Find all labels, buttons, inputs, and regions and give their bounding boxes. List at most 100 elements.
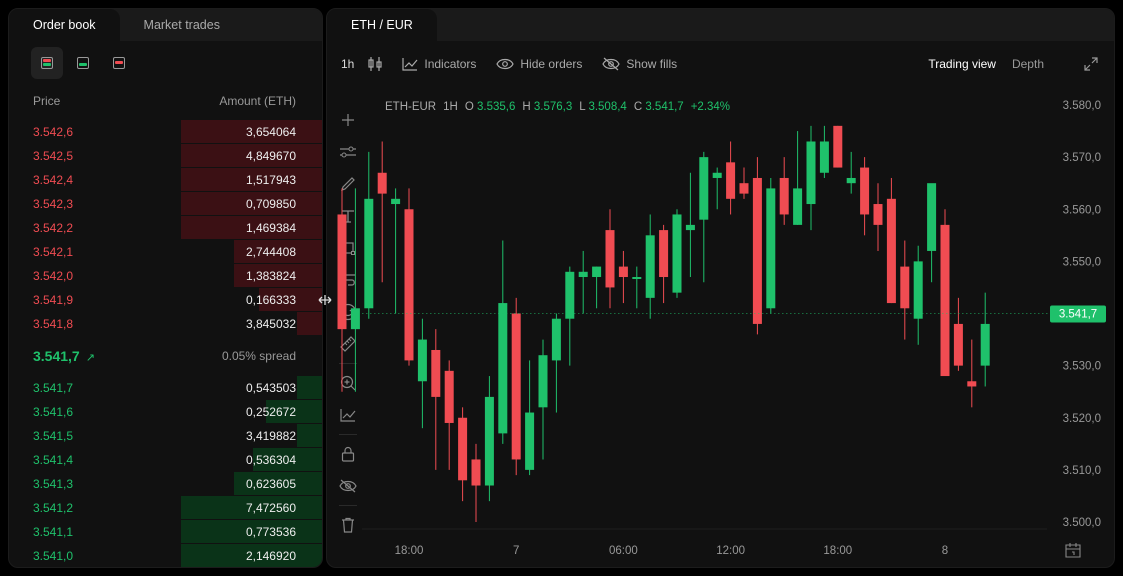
candle-body (833, 125, 843, 168)
view-asks-button[interactable] (103, 47, 135, 79)
view-both-button[interactable] (31, 47, 63, 79)
candle-body (511, 313, 521, 460)
candle-body (551, 318, 561, 361)
expand-icon[interactable] (1084, 57, 1098, 71)
bid-row[interactable]: 3.541,2 7,472560 (9, 496, 322, 520)
candle-body (819, 141, 829, 173)
bid-row[interactable]: 3.541,6 0,252672 (9, 400, 322, 424)
trading-view-button[interactable]: Trading view (928, 57, 996, 71)
bid-row[interactable]: 3.541,3 0,623605 (9, 472, 322, 496)
y-tick-label: 3.560,0 (1063, 204, 1101, 216)
orderbook-header: Price Amount (ETH) (9, 89, 322, 113)
candle-body (886, 198, 896, 304)
amount-column-header: Amount (ETH) (219, 94, 296, 108)
tab-market-trades[interactable]: Market trades (120, 9, 244, 41)
ask-row[interactable]: 3.542,3 0,709850 (9, 192, 322, 216)
row-price: 3.541,6 (33, 405, 74, 419)
ask-row[interactable]: 3.542,5 4,849670 (9, 144, 322, 168)
y-tick-label: 3.530,0 (1063, 361, 1101, 373)
bid-row[interactable]: 3.541,4 0,536304 (9, 448, 322, 472)
candle-body (391, 198, 401, 205)
row-price: 3.542,4 (33, 173, 74, 187)
candle-body (538, 355, 548, 408)
row-price: 3.541,9 (33, 293, 74, 307)
depth-bar (296, 424, 322, 447)
candle-body (417, 339, 427, 382)
spread-row: 3.541,7 ↗ 0.05% spread (9, 340, 322, 372)
row-amount: 1,383824 (245, 269, 296, 283)
arrow-up-right-icon: ↗ (85, 352, 95, 364)
ask-row[interactable]: 3.542,2 1,469384 (9, 216, 322, 240)
bid-row[interactable]: 3.541,1 0,773536 (9, 520, 322, 544)
bid-row[interactable]: 3.541,5 3,419882 (9, 424, 322, 448)
tab-eth-eur[interactable]: ETH / EUR (327, 9, 437, 41)
hide-orders-button[interactable]: Hide orders (496, 57, 582, 71)
indicators-button[interactable]: Indicators (402, 57, 476, 71)
current-price-label: 3.541,7 (1059, 309, 1097, 321)
orderbook-view-toggles (9, 41, 322, 85)
row-amount: 2,146920 (245, 549, 296, 563)
row-amount: 2,744408 (245, 245, 296, 259)
row-price: 3.541,0 (33, 549, 74, 563)
row-amount: 1,469384 (245, 221, 296, 235)
candle-body (645, 235, 655, 298)
candle-body (444, 370, 454, 423)
row-price: 3.541,2 (33, 501, 74, 515)
candle-body (726, 162, 736, 199)
x-tick-label: 8 (942, 545, 948, 557)
candle-body (431, 349, 441, 397)
candle-body (605, 230, 615, 288)
candle-type-button[interactable] (368, 56, 382, 72)
candle-body (565, 271, 575, 319)
candle-body (712, 172, 722, 178)
candle-body (458, 417, 468, 481)
depth-bar (296, 312, 322, 335)
view-bids-button[interactable] (67, 47, 99, 79)
candle-body (592, 266, 602, 278)
row-price: 3.541,7 (33, 381, 74, 395)
orderbook-rows: 3.542,6 3,654064 3.542,5 4,849670 3.542,4 1,5… (9, 120, 322, 567)
timeframe-button[interactable]: 1h (341, 57, 354, 71)
row-price: 3.541,3 (33, 477, 74, 491)
ask-row[interactable]: 3.541,8 3,845032 (9, 312, 322, 336)
depth-button[interactable]: Depth (1012, 57, 1044, 71)
row-amount: 0,166333 (245, 293, 296, 307)
ask-row[interactable]: 3.542,4 1,517943 (9, 168, 322, 192)
bid-row[interactable]: 3.541,7 0,543503 (9, 376, 322, 400)
candle-body (940, 224, 950, 377)
candle-body (739, 183, 749, 194)
book-asks-icon (113, 57, 125, 69)
ask-row[interactable]: 3.542,6 3,654064 (9, 120, 322, 144)
bid-list: 3.541,7 0,543503 3.541,6 0,252672 3.541,5 3,4… (9, 376, 322, 567)
bid-row[interactable]: 3.541,0 2,146920 (9, 544, 322, 567)
x-tick-label: 18:00 (395, 545, 424, 557)
row-amount: 0,536304 (245, 453, 296, 467)
ask-row[interactable]: 3.542,1 2,744408 (9, 240, 322, 264)
candle-body (953, 323, 963, 366)
book-bids-icon (77, 57, 89, 69)
candle-body (404, 209, 414, 361)
candle-body (793, 188, 803, 225)
candle-body (900, 266, 910, 309)
y-tick-label: 3.580,0 (1063, 100, 1101, 112)
x-tick-label: 06:00 (609, 545, 638, 557)
candlestick-icon (368, 57, 382, 71)
row-amount: 3,845032 (245, 317, 296, 331)
chart-panel: ETH / EUR 1h Indicators Hide orders Show… (326, 8, 1115, 568)
show-fills-button[interactable]: Show fills (602, 57, 677, 71)
candle-body (806, 141, 816, 205)
ask-row[interactable]: 3.542,0 1,383824 (9, 264, 322, 288)
book-both-icon (41, 57, 53, 69)
tab-order-book[interactable]: Order book (9, 9, 120, 41)
ask-row[interactable]: 3.541,9 0,166333 (9, 288, 322, 312)
calendar-icon[interactable] (1065, 543, 1081, 558)
panel-resize-handle[interactable] (317, 292, 333, 308)
spread-label: 0.05% spread (221, 349, 296, 363)
candle-body (484, 396, 494, 486)
y-tick-label: 3.510,0 (1063, 465, 1101, 477)
x-tick-label: 7 (513, 545, 519, 557)
resize-horizontal-icon (318, 295, 332, 305)
candlestick-chart[interactable]: 3.580,03.570,03.560,03.550,03.540,03.530… (327, 87, 1115, 568)
candle-body (699, 157, 709, 220)
candle-body (337, 214, 347, 330)
